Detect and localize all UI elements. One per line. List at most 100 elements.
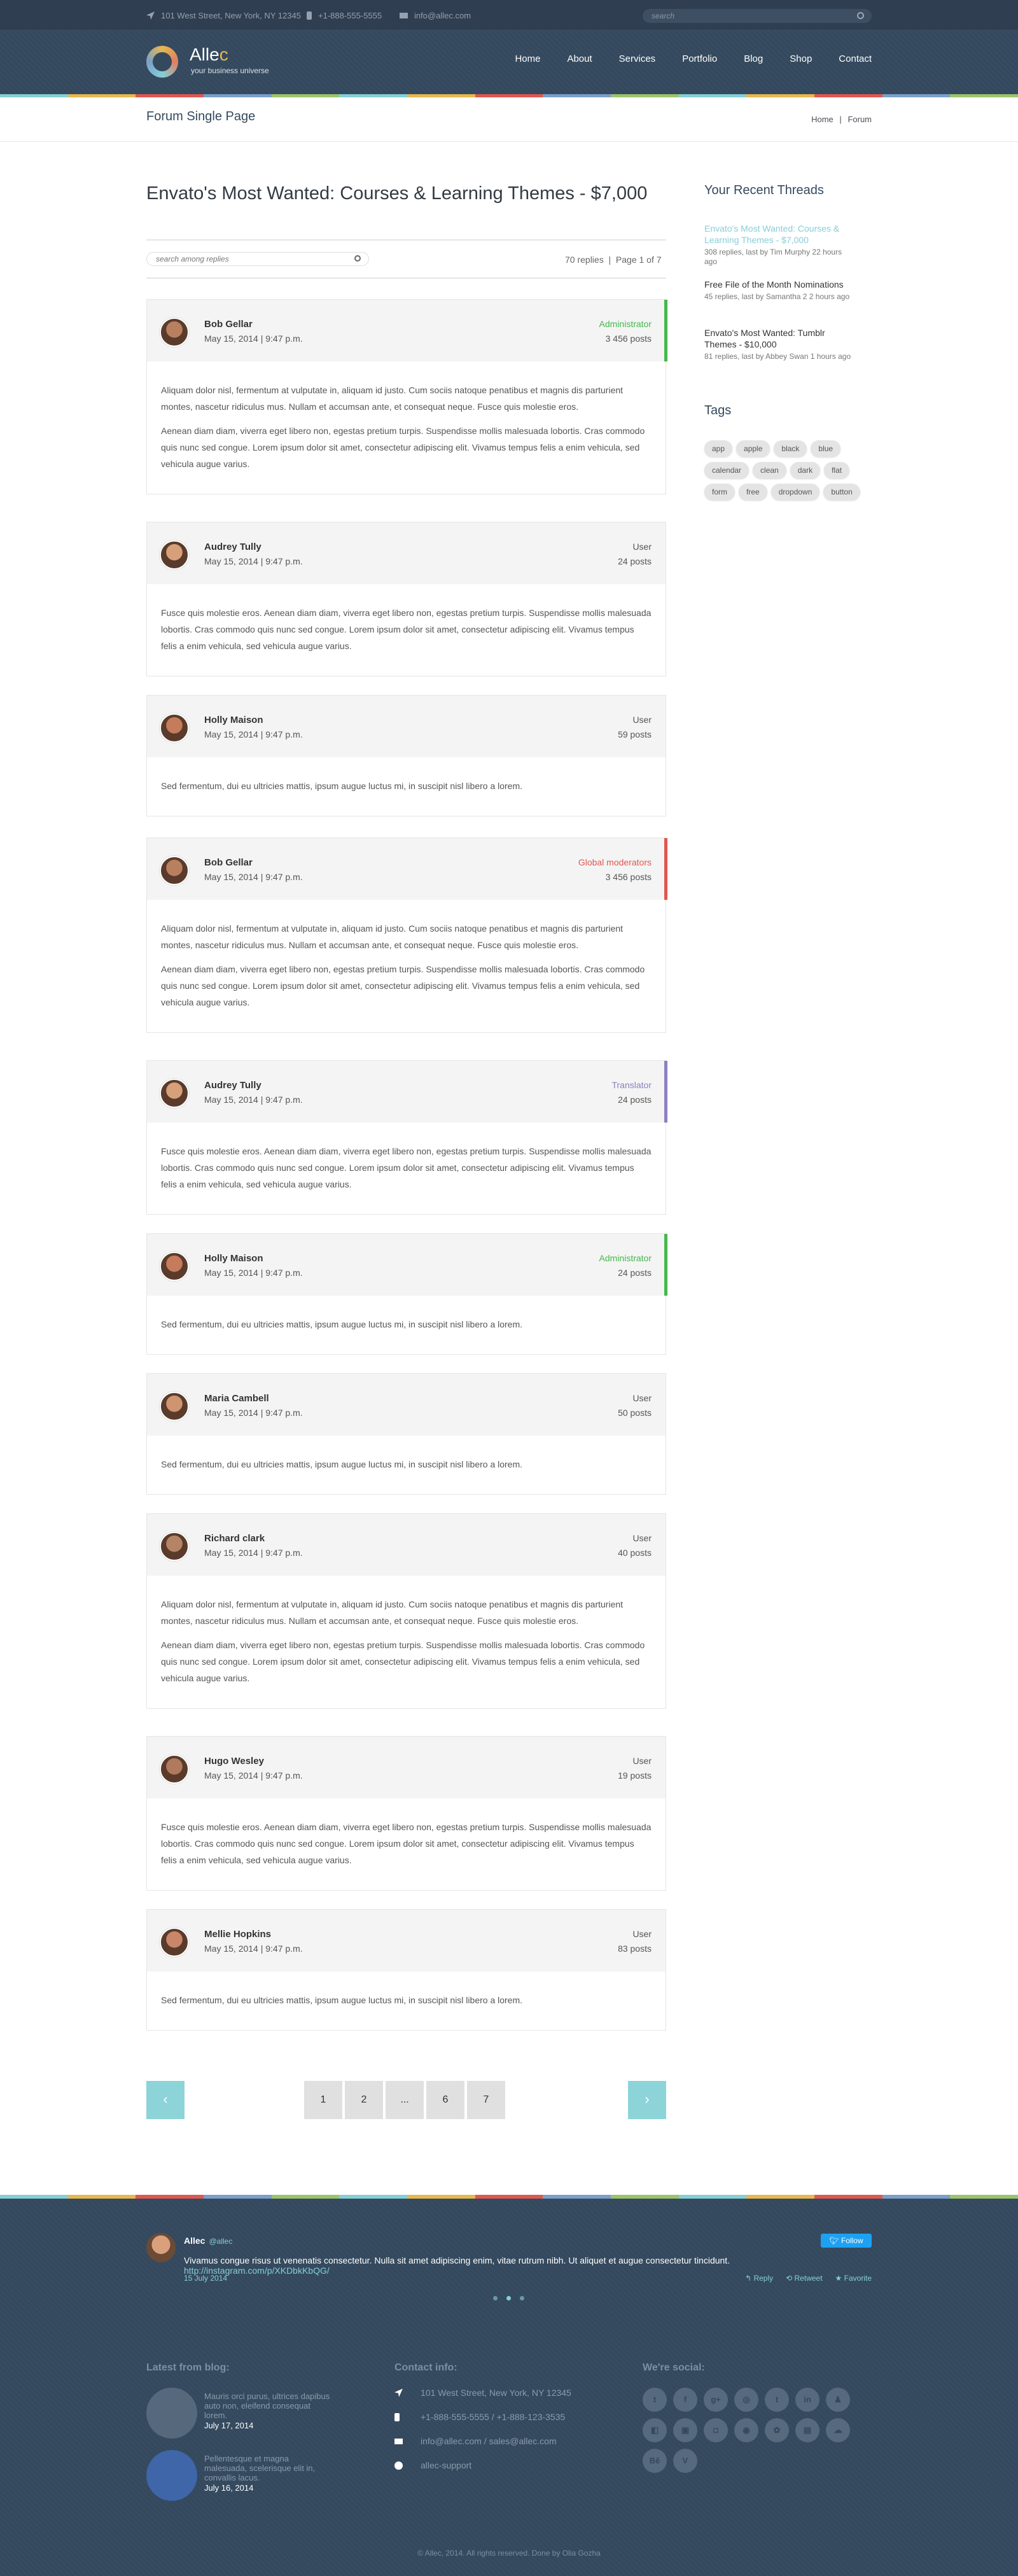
tag-calendar[interactable]: calendar bbox=[704, 462, 750, 479]
recent-thread-item[interactable]: Envato's Most Wanted: Courses & Learning… bbox=[704, 223, 854, 267]
slider-dot[interactable] bbox=[520, 2296, 524, 2300]
avatar[interactable] bbox=[160, 540, 189, 570]
blog-item[interactable]: Mauris orci purus, ultrices dapibus auto… bbox=[146, 2388, 330, 2445]
divider bbox=[146, 277, 666, 279]
avatar[interactable] bbox=[160, 1928, 189, 1957]
avatar[interactable] bbox=[160, 1532, 189, 1561]
social-icon[interactable]: ☁ bbox=[826, 2418, 850, 2442]
replies-search-input[interactable]: search among replies bbox=[146, 252, 369, 266]
post-author[interactable]: Audrey Tully bbox=[204, 1080, 261, 1091]
page-1-button[interactable]: 1 bbox=[304, 2081, 342, 2119]
nav-contact[interactable]: Contact bbox=[839, 53, 872, 64]
tag-clean[interactable]: clean bbox=[753, 462, 786, 479]
avatar[interactable] bbox=[160, 1079, 189, 1108]
page-2-button[interactable]: 2 bbox=[345, 2081, 383, 2119]
next-page-button[interactable]: › bbox=[628, 2081, 666, 2119]
avatar[interactable] bbox=[160, 1392, 189, 1421]
thread-link[interactable]: Free File of the Month Nominations bbox=[704, 279, 854, 290]
reply-button[interactable]: ↰ Reply bbox=[745, 2274, 773, 2283]
social-icon[interactable]: ◎ bbox=[734, 2388, 758, 2412]
tag-blue[interactable]: blue bbox=[811, 440, 841, 457]
nav-portfolio[interactable]: Portfolio bbox=[682, 53, 717, 64]
recent-thread-item[interactable]: Envato's Most Wanted: Tumblr Themes - $1… bbox=[704, 327, 854, 361]
tweet-date[interactable]: 15 July 2014 bbox=[184, 2274, 227, 2283]
avatar[interactable] bbox=[160, 318, 189, 347]
social-icon[interactable]: Bē bbox=[643, 2449, 667, 2473]
header-search-input[interactable]: search bbox=[643, 9, 872, 23]
breadcrumb: Home | Forum bbox=[811, 115, 872, 124]
logo-name[interactable]: Allec bbox=[190, 45, 228, 65]
thread-link[interactable]: Envato's Most Wanted: Courses & Learning… bbox=[704, 223, 854, 246]
tag-dark[interactable]: dark bbox=[790, 462, 821, 479]
phone-icon bbox=[307, 11, 312, 20]
post-author[interactable]: Richard clark bbox=[204, 1533, 265, 1544]
retweet-button[interactable]: ⟲ Retweet bbox=[786, 2274, 822, 2283]
post-author[interactable]: Bob Gellar bbox=[204, 319, 253, 330]
social-icon[interactable]: in bbox=[795, 2388, 819, 2412]
tag-apple[interactable]: apple bbox=[736, 440, 770, 457]
social-icon[interactable]: V bbox=[673, 2449, 697, 2473]
contact-skype[interactable]: allec-support bbox=[394, 2460, 471, 2470]
nav-about[interactable]: About bbox=[567, 53, 592, 64]
tag-dropdown[interactable]: dropdown bbox=[770, 484, 820, 500]
copyright: © Allec, 2014. All rights reserved. Done… bbox=[417, 2549, 601, 2558]
tag-button[interactable]: button bbox=[823, 484, 860, 500]
favorite-button[interactable]: ★ Favorite bbox=[835, 2274, 872, 2283]
social-icon[interactable]: ▣ bbox=[673, 2418, 697, 2442]
social-icon[interactable]: ◧ bbox=[643, 2418, 667, 2442]
breadcrumb-home[interactable]: Home bbox=[811, 115, 833, 124]
social-icon[interactable]: ▤ bbox=[795, 2418, 819, 2442]
blog-thumbnail[interactable] bbox=[146, 2388, 197, 2439]
search-icon[interactable] bbox=[354, 255, 361, 262]
social-icon[interactable]: ✿ bbox=[765, 2418, 789, 2442]
post-author[interactable]: Mellie Hopkins bbox=[204, 1929, 271, 1940]
post-author[interactable]: Bob Gellar bbox=[204, 857, 253, 868]
tag-black[interactable]: black bbox=[774, 440, 807, 457]
post-paragraph: Aliquam dolor nisl, fermentum at vulputa… bbox=[161, 1599, 624, 1626]
tag-flat[interactable]: flat bbox=[824, 462, 850, 479]
avatar[interactable] bbox=[160, 1754, 189, 1784]
avatar[interactable] bbox=[160, 713, 189, 743]
email-info[interactable]: info@allec.com bbox=[400, 11, 471, 20]
contact-email[interactable]: info@allec.com / sales@allec.com bbox=[394, 2436, 557, 2446]
slider-dot[interactable] bbox=[506, 2296, 511, 2300]
nav-blog[interactable]: Blog bbox=[744, 53, 763, 64]
avatar[interactable] bbox=[160, 1252, 189, 1281]
recent-thread-item[interactable]: Free File of the Month Nominations 45 rep… bbox=[704, 279, 854, 302]
nav-home[interactable]: Home bbox=[515, 53, 540, 64]
tags-heading: Tags bbox=[704, 403, 732, 417]
slider-dot[interactable] bbox=[493, 2296, 498, 2300]
social-icon[interactable]: g+ bbox=[704, 2388, 728, 2412]
post-author[interactable]: Holly Maison bbox=[204, 715, 263, 725]
social-icon[interactable]: f bbox=[673, 2388, 697, 2412]
post-body: Sed fermentum, dui eu ultricies mattis, … bbox=[147, 757, 666, 816]
breadcrumb-forum[interactable]: Forum bbox=[847, 115, 872, 124]
social-icon[interactable]: ◉ bbox=[734, 2418, 758, 2442]
post-author[interactable]: Audrey Tully bbox=[204, 542, 261, 552]
tag-app[interactable]: app bbox=[704, 440, 733, 457]
social-icon[interactable]: t bbox=[643, 2388, 667, 2412]
nav-services[interactable]: Services bbox=[619, 53, 656, 64]
user-role-badge: Administrator bbox=[599, 1253, 652, 1263]
blog-item[interactable]: Pellentesque et magna malesuada, sceleri… bbox=[146, 2450, 324, 2507]
tag-free[interactable]: free bbox=[739, 484, 767, 500]
post-author[interactable]: Holly Maison bbox=[204, 1253, 263, 1264]
post-author[interactable]: Maria Cambell bbox=[204, 1393, 269, 1404]
social-icon[interactable]: ♟ bbox=[826, 2388, 850, 2412]
breadcrumb-separator: | bbox=[839, 115, 842, 124]
prev-page-button[interactable]: ‹ bbox=[146, 2081, 185, 2119]
logo-icon[interactable] bbox=[146, 46, 178, 78]
avatar[interactable] bbox=[160, 856, 189, 885]
search-icon[interactable] bbox=[857, 12, 864, 19]
twitter-follow-button[interactable]: 🐦︎ Follow bbox=[821, 2234, 872, 2248]
thread-link[interactable]: Envato's Most Wanted: Tumblr Themes - $1… bbox=[704, 327, 854, 350]
blog-thumbnail[interactable] bbox=[146, 2450, 197, 2501]
page-7-button[interactable]: 7 bbox=[467, 2081, 505, 2119]
post-author[interactable]: Hugo Wesley bbox=[204, 1756, 264, 1767]
page-6-button[interactable]: 6 bbox=[426, 2081, 464, 2119]
nav-shop[interactable]: Shop bbox=[790, 53, 812, 64]
social-icon[interactable]: ◘ bbox=[704, 2418, 728, 2442]
social-icon[interactable]: t bbox=[765, 2388, 789, 2412]
tag-form[interactable]: form bbox=[704, 484, 735, 500]
forum-post: Bob Gellar May 15, 2014 | 9:47 p.m. Glob… bbox=[146, 837, 667, 1033]
